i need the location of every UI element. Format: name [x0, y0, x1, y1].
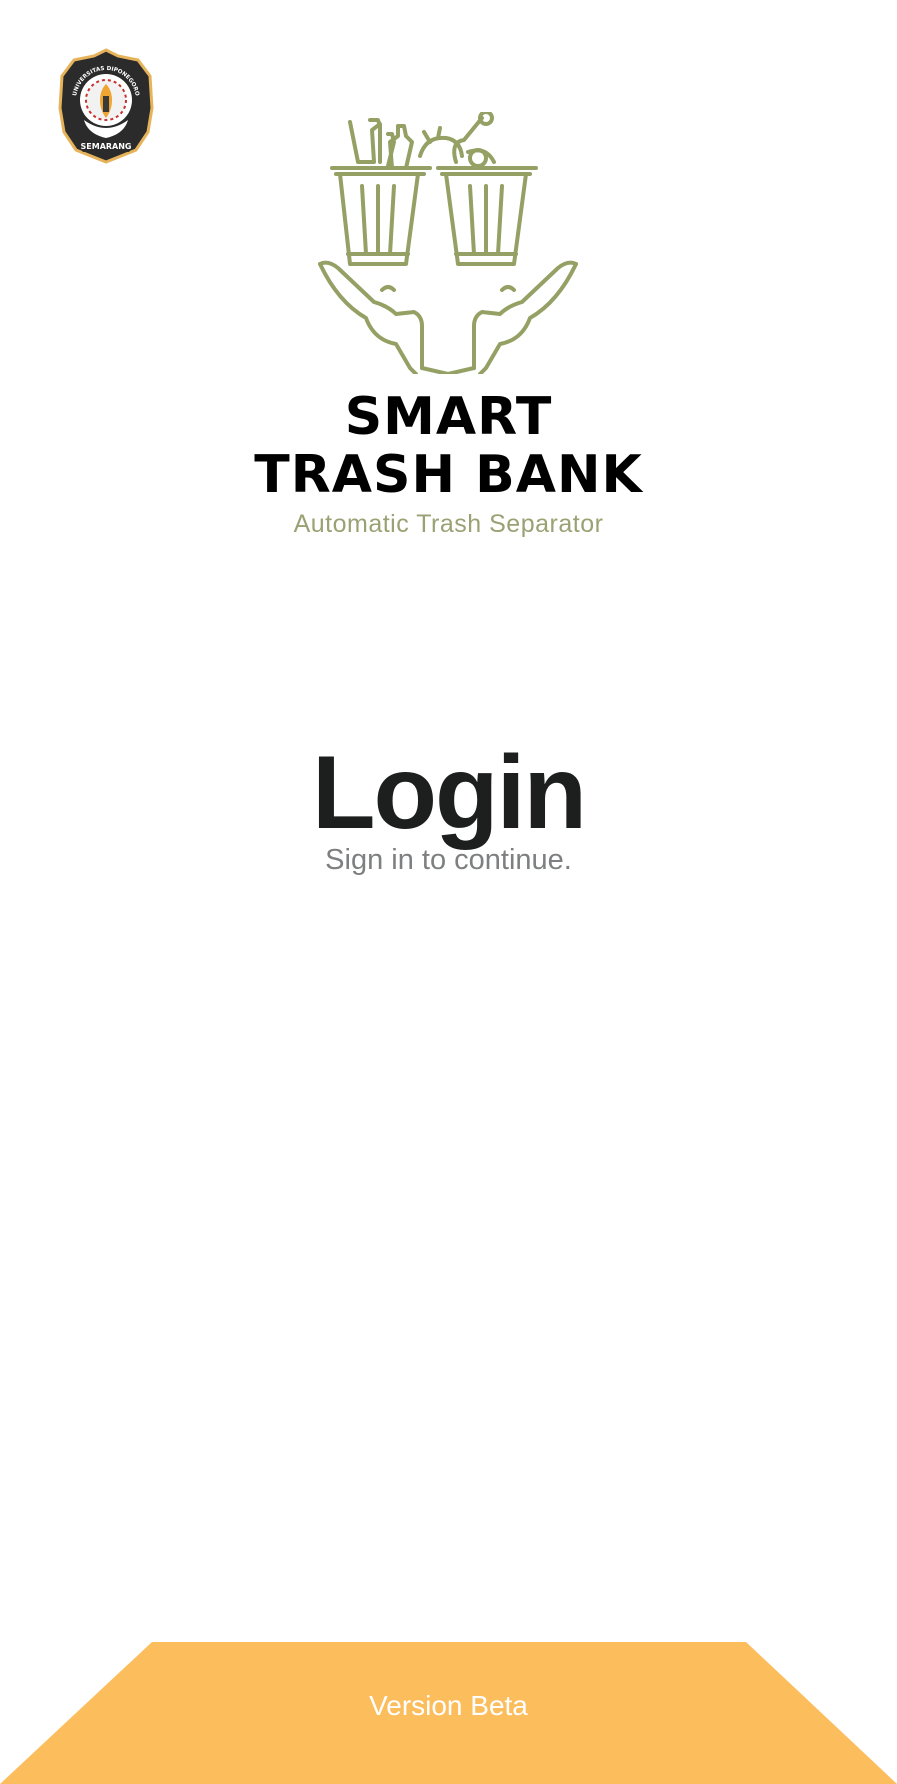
trash-bins-hands-icon [318, 112, 578, 374]
brand-title-line2: TRASH BANK [254, 445, 643, 505]
login-subtitle: Sign in to continue. [325, 844, 572, 876]
brand-subtitle: Automatic Trash Separator [293, 510, 604, 538]
version-label: Version Beta [369, 1690, 528, 1721]
login-title: Login [311, 735, 587, 851]
university-seal-banner: SEMARANG [81, 142, 132, 151]
university-seal-icon: SEMARANG UNIVERSITAS DIPONEGORO [58, 48, 154, 164]
brand-title: SMART TRASH BANK [0, 388, 897, 504]
brand-title-line1: SMART [344, 387, 553, 447]
